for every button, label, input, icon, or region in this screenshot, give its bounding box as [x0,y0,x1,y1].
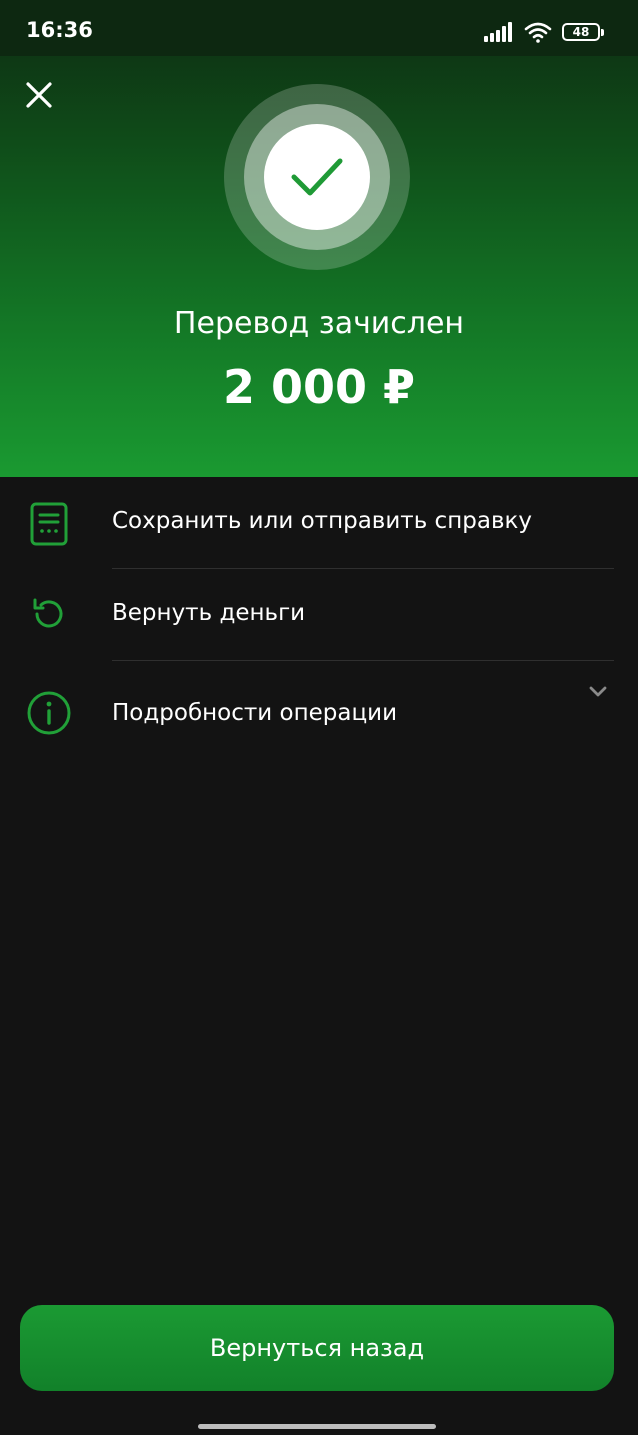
operation-details-item[interactable]: Подробности операции [0,661,638,753]
back-button[interactable]: Вернуться назад [20,1305,614,1391]
status-time: 16:36 [26,18,93,42]
refund-label: Вернуть деньги [112,600,306,626]
success-badge [224,84,410,270]
page-title: Перевод зачислен [173,306,465,341]
back-button-label: Вернуться назад [209,1334,425,1362]
refund-item[interactable]: Вернуть деньги [0,569,638,661]
document-icon [24,499,74,549]
status-icons: 48 [484,18,604,46]
home-indicator [198,1424,436,1429]
save-receipt-label: Сохранить или отправить справку [112,508,532,534]
checkmark-icon [291,158,343,196]
battery-level: 48 [572,25,590,39]
battery-icon: 48 [562,23,604,41]
chevron-down-icon[interactable] [588,685,608,699]
operation-details-label: Подробности операции [112,700,398,726]
refund-icon [24,589,74,639]
actions-list: Сохранить или отправить справку Вернуть … [0,477,638,753]
status-bar: 16:36 48 [0,0,638,56]
transfer-amount: 2 000 ₽ [222,360,416,414]
wifi-icon [524,22,552,43]
info-icon [24,688,74,738]
save-receipt-item[interactable]: Сохранить или отправить справку [0,477,638,569]
close-button[interactable] [18,74,60,116]
success-header: Перевод зачислен 2 000 ₽ [0,0,638,477]
close-icon [26,82,52,108]
signal-icon [484,22,512,42]
